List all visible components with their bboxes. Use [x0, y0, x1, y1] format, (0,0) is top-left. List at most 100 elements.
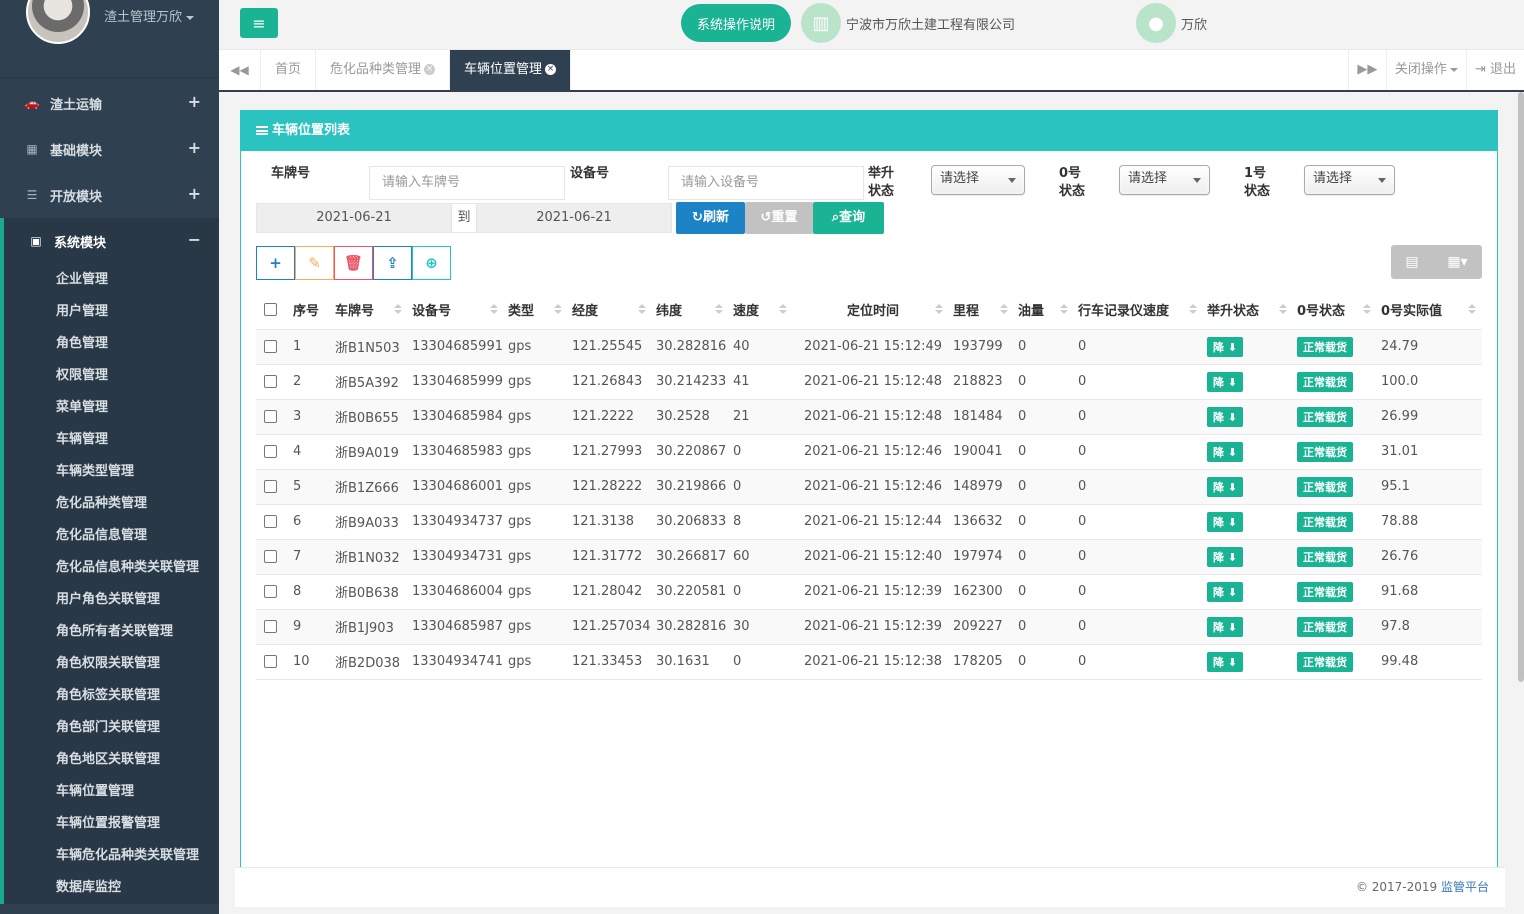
- columns-dropdown-button[interactable]: ▦▾: [1433, 254, 1482, 270]
- sidebar-subitem[interactable]: 数据库监控: [4, 872, 219, 904]
- sidebar-subitem[interactable]: 角色标签关联管理: [4, 680, 219, 712]
- date-from-input[interactable]: 2021-06-21: [256, 203, 452, 233]
- col-lng[interactable]: 经度: [568, 291, 652, 330]
- table-row[interactable]: 6 浙B9A033 13304934737 gps 121.3138 30.206833 8…: [256, 504, 1482, 540]
- sidebar-item-transport[interactable]: 🚗 渣土运输 +: [0, 80, 219, 126]
- sort-icon: [1189, 304, 1197, 314]
- row-checkbox[interactable]: [264, 340, 277, 353]
- sidebar-subitem[interactable]: 菜单管理: [4, 392, 219, 424]
- sidebar-subitem[interactable]: 危化品信息管理: [4, 520, 219, 552]
- tab-scroll-left-button[interactable]: ◀◀: [219, 50, 261, 90]
- sidebar-subitem[interactable]: 角色权限关联管理: [4, 648, 219, 680]
- close-tab-icon[interactable]: ×: [545, 64, 557, 75]
- delete-button[interactable]: 🗑: [334, 246, 373, 280]
- table-cell: 209227: [949, 609, 1014, 645]
- row-checkbox[interactable]: [264, 515, 277, 528]
- add-button[interactable]: +: [256, 246, 295, 280]
- col-lift-status[interactable]: 举升状态: [1203, 291, 1293, 330]
- sidebar-subitem[interactable]: 角色部门关联管理: [4, 712, 219, 744]
- date-to-input[interactable]: 2021-06-21: [476, 203, 672, 233]
- col-mileage[interactable]: 里程: [949, 291, 1014, 330]
- platform-link[interactable]: 监管平台: [1441, 880, 1489, 894]
- table-cell: 0: [1014, 574, 1074, 610]
- col-device[interactable]: 设备号: [408, 291, 504, 330]
- export-button[interactable]: ⊕: [412, 246, 451, 280]
- close-ops-dropdown[interactable]: 关闭操作: [1385, 50, 1466, 90]
- sidebar-subitem[interactable]: 企业管理: [4, 264, 219, 296]
- query-button[interactable]: ⌕查询: [813, 202, 884, 234]
- table-row[interactable]: 3 浙B0B655 13304685984 gps 121.2222 30.2528 21 2…: [256, 399, 1482, 435]
- row-checkbox[interactable]: [264, 480, 277, 493]
- device-input[interactable]: 请输入设备号: [668, 166, 864, 200]
- plate-input[interactable]: 请输入车牌号: [369, 166, 565, 200]
- reset-button[interactable]: ↺重置: [745, 202, 813, 234]
- tab-home[interactable]: 首页: [261, 50, 317, 90]
- sidebar-subitem[interactable]: 车辆危化品种类关联管理: [4, 840, 219, 872]
- col-lat[interactable]: 纬度: [652, 291, 729, 330]
- menu-toggle-button[interactable]: ≡: [240, 8, 278, 38]
- sidebar-subitem[interactable]: 危化品信息种类关联管理: [4, 552, 219, 584]
- avatar[interactable]: [26, 0, 90, 44]
- row-checkbox[interactable]: [264, 620, 277, 633]
- col-zero-status[interactable]: 0号状态: [1293, 291, 1377, 330]
- sidebar-subitem[interactable]: 用户角色关联管理: [4, 584, 219, 616]
- col-type[interactable]: 类型: [504, 291, 568, 330]
- table-row[interactable]: 5 浙B1Z666 13304686001 gps 121.28222 30.219866…: [256, 469, 1482, 505]
- select-all-checkbox[interactable]: [264, 303, 277, 317]
- table-row[interactable]: 7 浙B1N032 13304934731 gps 121.31772 30.266817…: [256, 539, 1482, 575]
- edit-button[interactable]: ✎: [295, 246, 334, 280]
- user-info[interactable]: ● 万欣: [1136, 3, 1207, 43]
- row-checkbox[interactable]: [264, 585, 277, 598]
- row-checkbox[interactable]: [264, 445, 277, 458]
- sidebar-subitem[interactable]: 危化品种类管理: [4, 488, 219, 520]
- row-checkbox[interactable]: [264, 655, 277, 668]
- sidebar-subitem[interactable]: 车辆位置报警管理: [4, 808, 219, 840]
- zero-status-select[interactable]: 请选择: [1119, 165, 1210, 195]
- sidebar-item-system[interactable]: ▣ 系统模块 −: [0, 218, 219, 264]
- col-zero-value[interactable]: 0号实际值: [1377, 291, 1482, 330]
- col-fuel[interactable]: 油量: [1014, 291, 1074, 330]
- table-cell: 121.25545: [568, 329, 652, 365]
- sidebar-subitem[interactable]: 角色所有者关联管理: [4, 616, 219, 648]
- col-seq[interactable]: 序号: [289, 291, 331, 330]
- sidebar-subitem[interactable]: 用户管理: [4, 296, 219, 328]
- sidebar-subitem[interactable]: 车辆位置管理: [4, 776, 219, 808]
- one-status-select[interactable]: 请选择: [1304, 165, 1395, 195]
- col-recorder-speed[interactable]: 行车记录仪速度: [1074, 291, 1203, 330]
- table-row[interactable]: 10 浙B2D038 13304934741 gps 121.33453 30.1631 0…: [256, 644, 1482, 680]
- col-speed[interactable]: 速度: [729, 291, 793, 330]
- zero-status-cell: 正常载货: [1293, 364, 1377, 400]
- table-row[interactable]: 8 浙B0B638 13304686004 gps 121.28042 30.220581…: [256, 574, 1482, 610]
- tab-hazmat-types[interactable]: 危化品种类管理 ×: [316, 50, 451, 90]
- sidebar-subitem[interactable]: 车辆管理: [4, 424, 219, 456]
- page-scrollbar[interactable]: [1518, 92, 1524, 682]
- table-row[interactable]: 4 浙B9A019 13304685983 gps 121.27993 30.220867…: [256, 434, 1482, 470]
- col-time[interactable]: 定位时间: [793, 291, 949, 330]
- close-tab-icon[interactable]: ×: [424, 64, 436, 75]
- sidebar-item-basic[interactable]: ▦ 基础模块 +: [0, 126, 219, 172]
- tab-scroll-right-button[interactable]: ▶▶: [1347, 50, 1386, 90]
- row-checkbox[interactable]: [264, 410, 277, 423]
- sidebar-subitem[interactable]: 角色地区关联管理: [4, 744, 219, 776]
- profile-name[interactable]: 渣土管理万欣: [104, 6, 195, 25]
- tab-vehicle-location[interactable]: 车辆位置管理 ×: [450, 50, 572, 90]
- col-plate[interactable]: 车牌号: [331, 291, 408, 330]
- table-row[interactable]: 9 浙B1J903 13304685987 gps 121.257034 30.28281…: [256, 609, 1482, 645]
- help-button[interactable]: 系统操作说明: [681, 4, 791, 42]
- table-cell: 30.220581: [652, 574, 729, 610]
- row-checkbox[interactable]: [264, 550, 277, 563]
- table-row[interactable]: 1 浙B1N503 13304685991 gps 121.25545 30.282816…: [256, 329, 1482, 365]
- logout-button[interactable]: ⇥ 退出: [1465, 50, 1524, 90]
- table-cell: 0: [1074, 539, 1203, 575]
- row-checkbox[interactable]: [264, 375, 277, 388]
- sidebar-subitem[interactable]: 角色管理: [4, 328, 219, 360]
- lift-status-select[interactable]: 请选择: [931, 165, 1025, 195]
- sidebar-subitem[interactable]: 车辆类型管理: [4, 456, 219, 488]
- refresh-button[interactable]: ↻刷新: [676, 202, 745, 234]
- table-row[interactable]: 2 浙B5A392 13304685999 gps 121.26843 30.214233…: [256, 364, 1482, 400]
- forward-icon: ▶▶: [1357, 62, 1378, 77]
- toggle-view-button[interactable]: ▤: [1391, 254, 1433, 270]
- import-button[interactable]: ⇪: [373, 246, 412, 280]
- sidebar-subitem[interactable]: 权限管理: [4, 360, 219, 392]
- sidebar-item-open[interactable]: ☰ 开放模块 +: [0, 172, 219, 218]
